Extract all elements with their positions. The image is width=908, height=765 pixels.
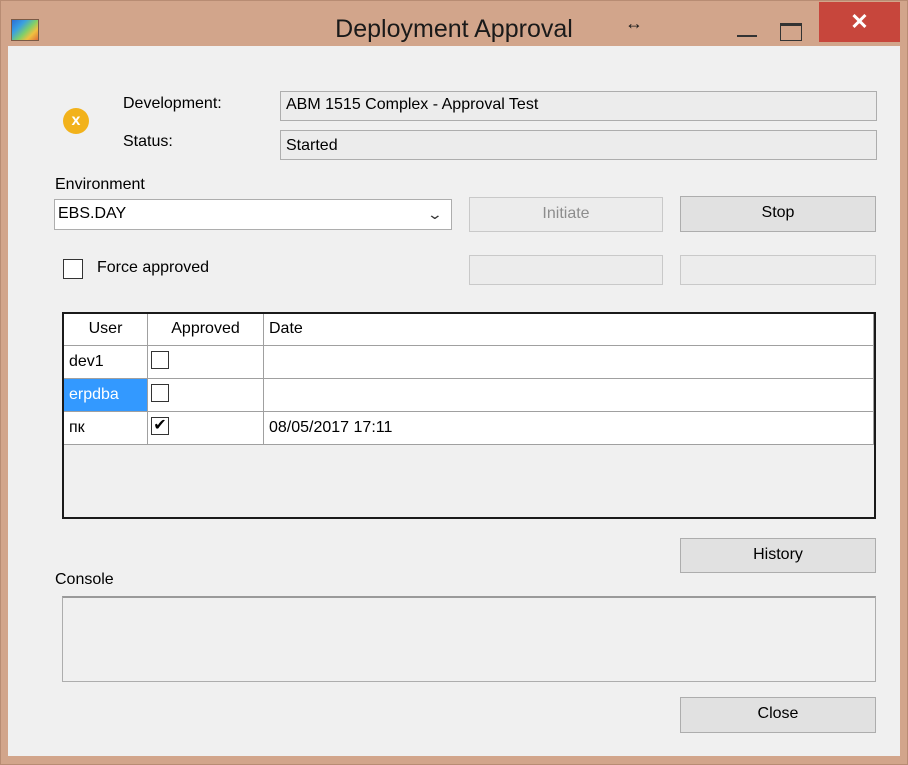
minimize-button[interactable] bbox=[729, 9, 765, 39]
environment-label: Environment bbox=[55, 176, 145, 193]
table-row-approved-cell[interactable] bbox=[148, 346, 264, 379]
title-bar[interactable]: Deployment Approval ↔ ✕ bbox=[1, 1, 907, 45]
environment-value: EBS.DAY bbox=[58, 205, 127, 222]
stop-button[interactable]: Stop bbox=[680, 196, 876, 232]
initiate-button[interactable]: Initiate bbox=[469, 197, 663, 232]
approved-checkbox[interactable] bbox=[151, 384, 169, 402]
table-row-user[interactable]: erpdba bbox=[64, 379, 148, 412]
window-close-button[interactable]: ✕ bbox=[819, 2, 900, 42]
approved-checkbox[interactable] bbox=[151, 351, 169, 369]
close-button[interactable]: Close bbox=[680, 697, 876, 733]
maximize-button[interactable] bbox=[773, 9, 809, 41]
table-row-user[interactable]: пк bbox=[64, 412, 148, 445]
table-row-user[interactable]: dev1 bbox=[64, 346, 148, 379]
table-row-date[interactable] bbox=[264, 379, 874, 412]
blank-field-2 bbox=[680, 255, 876, 285]
table-row-approved-cell[interactable]: ✔ bbox=[148, 412, 264, 445]
resize-icon: ↔ bbox=[625, 13, 643, 33]
approved-checkbox[interactable]: ✔ bbox=[151, 417, 169, 435]
deployment-approval-window: Deployment Approval ↔ ✕ x Development: A… bbox=[0, 0, 908, 765]
approvals-grid[interactable]: User Approved Date dev1 erpdba пк ✔ 08/0… bbox=[62, 312, 876, 519]
table-row-date[interactable] bbox=[264, 346, 874, 379]
development-field: ABM 1515 Complex - Approval Test bbox=[280, 91, 877, 121]
history-button[interactable]: History bbox=[680, 538, 876, 573]
development-label: Development: bbox=[123, 95, 222, 112]
dialog-body: x Development: ABM 1515 Complex - Approv… bbox=[8, 46, 900, 756]
force-approved-label: Force approved bbox=[97, 259, 210, 276]
warning-status-icon: x bbox=[63, 108, 89, 134]
console-label: Console bbox=[55, 571, 114, 588]
chevron-down-icon[interactable]: ⌄ bbox=[427, 200, 443, 228]
force-approved-checkbox[interactable] bbox=[63, 259, 83, 279]
console-output[interactable] bbox=[62, 596, 876, 682]
blank-field-1 bbox=[469, 255, 663, 285]
status-field: Started bbox=[280, 130, 877, 160]
environment-select[interactable]: EBS.DAY ⌄ bbox=[54, 199, 452, 230]
column-header-approved[interactable]: Approved bbox=[148, 314, 264, 346]
status-label: Status: bbox=[123, 133, 173, 150]
table-row-approved-cell[interactable] bbox=[148, 379, 264, 412]
table-row-date[interactable]: 08/05/2017 17:11 bbox=[264, 412, 874, 445]
window-title: Deployment Approval bbox=[335, 15, 573, 43]
column-header-date[interactable]: Date bbox=[264, 314, 874, 346]
column-header-user[interactable]: User bbox=[64, 314, 148, 346]
